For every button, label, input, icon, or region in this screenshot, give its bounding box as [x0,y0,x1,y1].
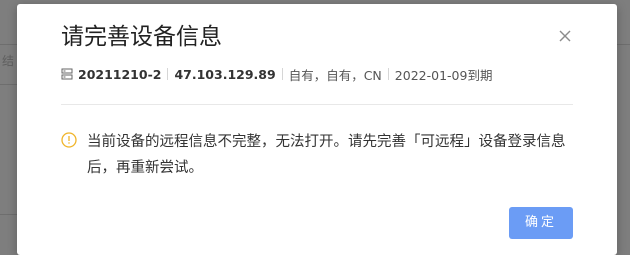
device-expiry: 2022-01-09到期 [394,67,493,83]
server-icon [61,68,73,80]
close-icon[interactable] [557,28,573,44]
background-text-fragment: 结 [2,54,14,68]
confirm-button[interactable]: 确定 [509,207,573,239]
background-divider [0,44,18,45]
background-divider [0,214,18,215]
meta-separator [387,68,389,80]
device-info-dialog: 请完善设备信息 20211210-2 47.103.129.89 自有，自有，C… [17,4,617,255]
device-ownership: 自有，自有，CN [288,67,382,83]
background-divider [0,84,18,85]
device-id: 20211210-2 [78,66,162,82]
dialog-divider [61,104,573,105]
info-icon [61,132,77,148]
meta-separator [167,68,169,80]
meta-separator [281,68,283,80]
device-meta-row: 20211210-2 47.103.129.89 自有，自有，CN 2022-0… [61,64,492,84]
dialog-message: 当前设备的远程信息不完整，无法打开。请先完善「可远程」设备登录信息后，再重新尝试… [61,129,581,181]
dialog-title: 请完善设备信息 [61,24,222,50]
message-text: 当前设备的远程信息不完整，无法打开。请先完善「可远程」设备登录信息后，再重新尝试… [87,134,566,176]
device-ip: 47.103.129.89 [174,66,276,82]
